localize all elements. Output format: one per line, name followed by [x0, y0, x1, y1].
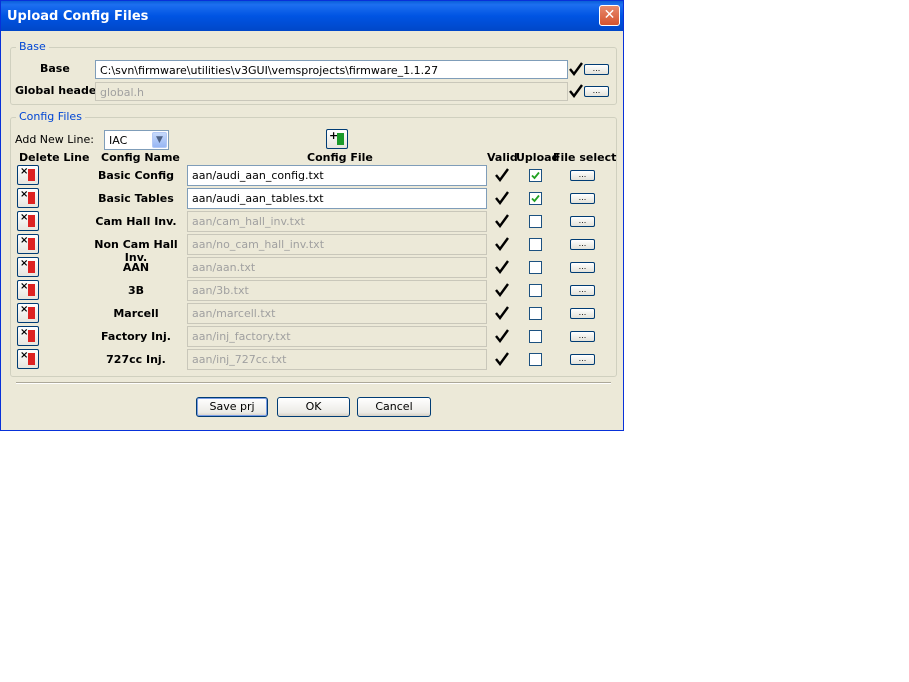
config-file-field[interactable]: aan/inj_factory.txt [187, 326, 487, 347]
file-select-button[interactable]: ... [570, 308, 595, 319]
valid-checkmark-icon [495, 168, 509, 182]
delete-bookmark-icon [28, 330, 35, 342]
config-name: 3B [127, 284, 145, 297]
config-name: Cam Hall Inv. [95, 215, 177, 228]
header-valid: Valid [487, 151, 518, 164]
valid-checkmark-icon [495, 214, 509, 228]
delete-bookmark-icon [28, 307, 35, 319]
upload-checkbox[interactable] [529, 238, 542, 251]
header-browse-button[interactable]: ... [584, 86, 609, 97]
config-file-field[interactable]: aan/no_cam_hall_inv.txt [187, 234, 487, 255]
file-select-button[interactable]: ... [570, 262, 595, 273]
base-path-field[interactable]: C:\svn\firmware\utilities\v3GUI\vemsproj… [95, 60, 568, 79]
config-files-legend: Config Files [16, 110, 85, 123]
valid-checkmark-icon [495, 260, 509, 274]
config-file-field[interactable]: aan/audi_aan_tables.txt [187, 188, 487, 209]
header-file-select: File select [553, 151, 617, 164]
add-line-button[interactable]: + [326, 129, 348, 149]
delete-line-button[interactable]: × [17, 165, 39, 185]
delete-bookmark-icon [28, 169, 35, 181]
delete-bookmark-icon [28, 215, 35, 227]
delete-bookmark-icon [28, 238, 35, 250]
config-file-field[interactable]: aan/inj_727cc.txt [187, 349, 487, 370]
add-bookmark-icon [337, 133, 344, 145]
add-new-line-label: Add New Line: [15, 133, 94, 146]
file-select-button[interactable]: ... [570, 216, 595, 227]
file-select-button[interactable]: ... [570, 170, 595, 181]
delete-line-button[interactable]: × [17, 257, 39, 277]
delete-bookmark-icon [28, 284, 35, 296]
valid-checkmark-icon [495, 191, 509, 205]
delete-line-button[interactable]: × [17, 280, 39, 300]
add-line-type-value: IAC [109, 134, 128, 147]
config-name: AAN [122, 261, 150, 274]
delete-line-button[interactable]: × [17, 326, 39, 346]
config-name: Marcell [113, 307, 159, 320]
upload-checkbox[interactable] [529, 307, 542, 320]
file-select-button[interactable]: ... [570, 354, 595, 365]
delete-line-button[interactable]: × [17, 188, 39, 208]
base-group-legend: Base [16, 40, 49, 53]
delete-bookmark-icon [28, 353, 35, 365]
close-button[interactable]: ✕ [599, 5, 620, 26]
delete-line-button[interactable]: × [17, 234, 39, 254]
config-name: Basic Tables [98, 192, 174, 205]
config-file-field[interactable]: aan/aan.txt [187, 257, 487, 278]
title-bar[interactable]: Upload Config Files ✕ [1, 1, 623, 31]
delete-bookmark-icon [28, 261, 35, 273]
config-file-field[interactable]: aan/cam_hall_inv.txt [187, 211, 487, 232]
valid-checkmark-icon [495, 352, 509, 366]
header-config-file: Config File [307, 151, 373, 164]
base-valid-checkmark-icon [569, 62, 583, 76]
config-file-field[interactable]: aan/audi_aan_config.txt [187, 165, 487, 186]
valid-checkmark-icon [495, 306, 509, 320]
window-title: Upload Config Files [7, 9, 149, 24]
valid-checkmark-icon [495, 283, 509, 297]
upload-checkbox[interactable] [529, 169, 542, 182]
global-header-label: Global header [15, 84, 102, 97]
global-header-field[interactable]: global.h [95, 82, 568, 101]
valid-checkmark-icon [495, 237, 509, 251]
add-line-type-select[interactable]: IAC ▼ [104, 130, 169, 150]
delete-line-button[interactable]: × [17, 349, 39, 369]
save-project-button[interactable]: Save prj [196, 397, 268, 417]
header-delete-line: Delete Line [19, 151, 90, 164]
upload-config-dialog: Upload Config Files ✕ Base Base C:\svn\f… [0, 0, 624, 431]
ok-button[interactable]: OK [277, 397, 350, 417]
header-config-name: Config Name [101, 151, 180, 164]
upload-checkbox[interactable] [529, 284, 542, 297]
upload-checkbox[interactable] [529, 261, 542, 274]
base-label: Base [40, 62, 70, 75]
file-select-button[interactable]: ... [570, 285, 595, 296]
upload-checkbox[interactable] [529, 330, 542, 343]
valid-checkmark-icon [495, 329, 509, 343]
config-name: 727cc Inj. [106, 353, 166, 366]
file-select-button[interactable]: ... [570, 239, 595, 250]
cancel-button[interactable]: Cancel [357, 397, 431, 417]
chevron-down-icon[interactable]: ▼ [152, 132, 167, 148]
config-name: Basic Config [98, 169, 174, 182]
upload-checkbox[interactable] [529, 353, 542, 366]
upload-checkbox[interactable] [529, 215, 542, 228]
delete-line-button[interactable]: × [17, 303, 39, 323]
checkbox-check-icon [531, 194, 540, 203]
upload-checkbox[interactable] [529, 192, 542, 205]
file-select-button[interactable]: ... [570, 193, 595, 204]
header-valid-checkmark-icon [569, 84, 583, 98]
delete-line-button[interactable]: × [17, 211, 39, 231]
config-name: Factory Inj. [101, 330, 171, 343]
button-separator [16, 382, 611, 384]
config-file-field[interactable]: aan/marcell.txt [187, 303, 487, 324]
delete-bookmark-icon [28, 192, 35, 204]
file-select-button[interactable]: ... [570, 331, 595, 342]
base-browse-button[interactable]: ... [584, 64, 609, 75]
config-file-field[interactable]: aan/3b.txt [187, 280, 487, 301]
checkbox-check-icon [531, 171, 540, 180]
